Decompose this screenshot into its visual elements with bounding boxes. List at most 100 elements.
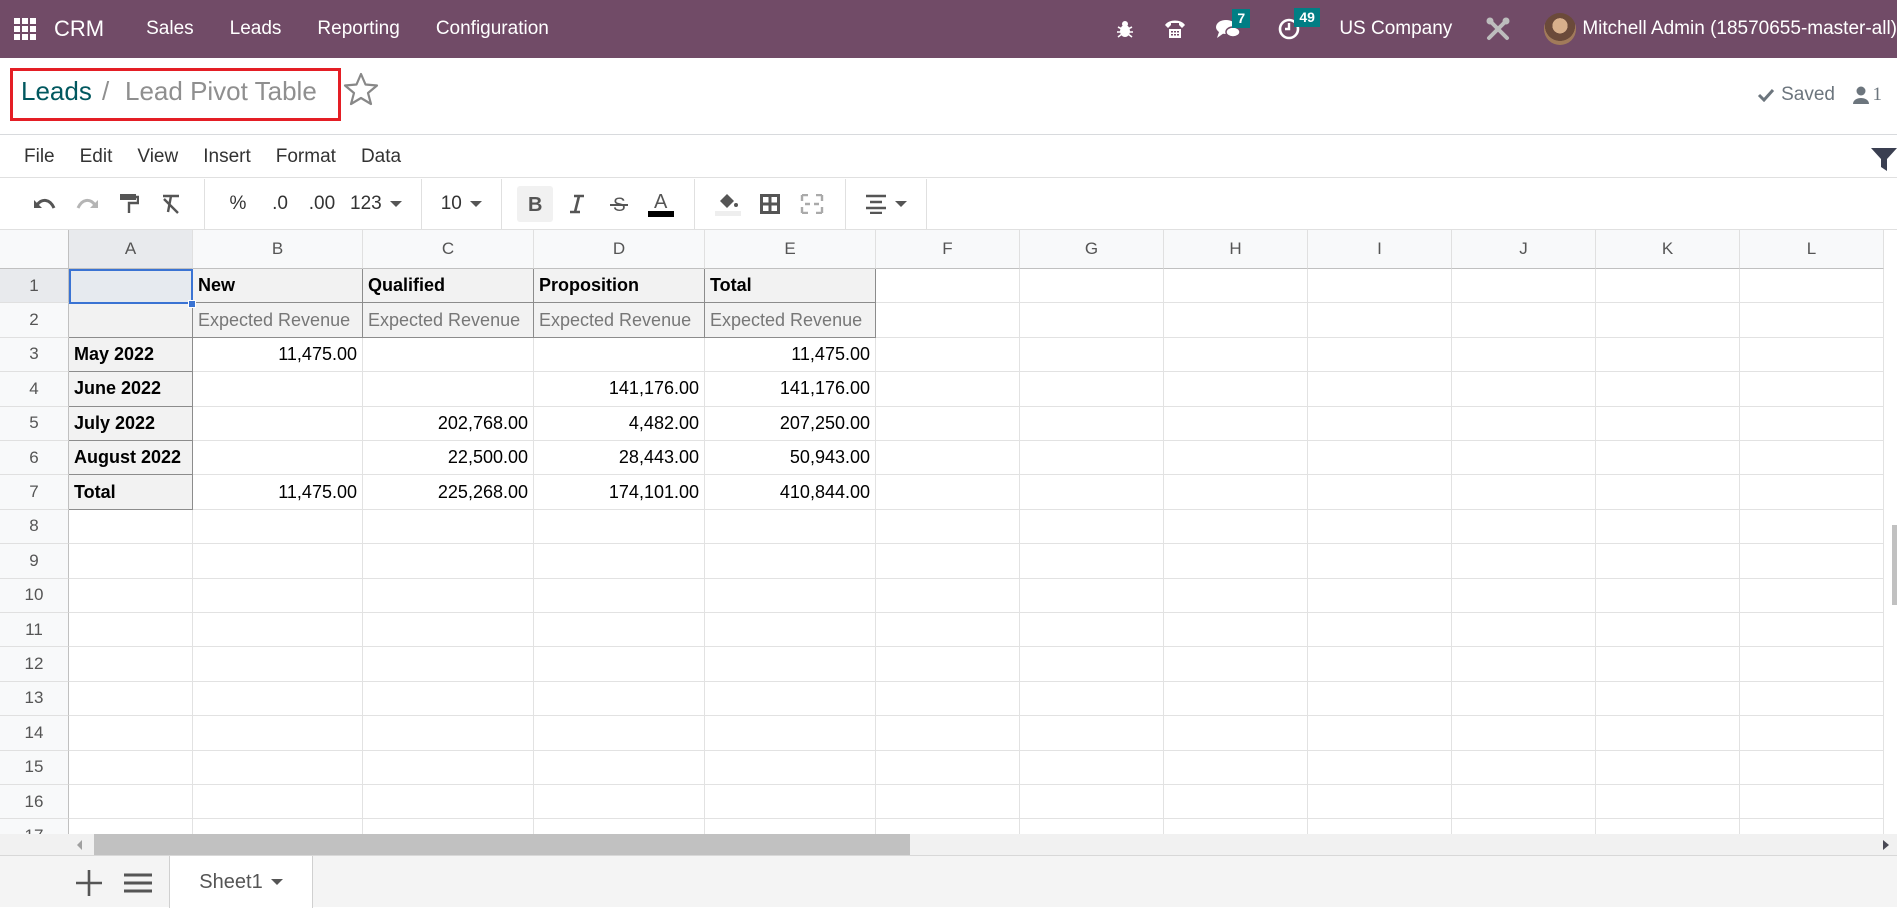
cell-a7[interactable]: Total (69, 475, 193, 510)
cell-i10[interactable] (1308, 578, 1452, 613)
cell-b10[interactable] (193, 578, 363, 613)
cell-f7[interactable] (876, 475, 1020, 510)
cell-a14[interactable] (69, 716, 193, 751)
cell-e15[interactable] (705, 750, 876, 785)
column-header-l[interactable]: L (1740, 230, 1884, 269)
cell-h8[interactable] (1164, 509, 1308, 545)
cell-i3[interactable] (1308, 337, 1452, 373)
cell-d3[interactable] (534, 337, 705, 373)
column-header-h[interactable]: H (1164, 230, 1308, 269)
cell-f2[interactable] (876, 303, 1020, 338)
cell-a11[interactable] (69, 613, 193, 648)
cell-c1[interactable]: Qualified (363, 269, 534, 304)
cell-h1[interactable] (1164, 269, 1308, 304)
tools-icon[interactable] (1484, 15, 1512, 43)
cell-l13[interactable] (1740, 681, 1884, 717)
bug-icon[interactable] (1115, 19, 1135, 39)
cell-e8[interactable] (705, 509, 876, 545)
cell-c10[interactable] (363, 578, 534, 613)
cell-b17[interactable] (193, 819, 363, 834)
cell-g3[interactable] (1020, 337, 1164, 373)
cell-g11[interactable] (1020, 613, 1164, 648)
column-header-b[interactable]: B (193, 230, 363, 269)
favorite-star-icon[interactable] (343, 72, 379, 111)
cell-d10[interactable] (534, 578, 705, 613)
chevron-down-icon[interactable] (270, 879, 283, 885)
cell-b7[interactable]: 11,475.00 (193, 475, 363, 510)
cell-e1[interactable]: Total (705, 269, 876, 304)
cell-e12[interactable] (705, 647, 876, 682)
cell-l9[interactable] (1740, 544, 1884, 579)
cell-l1[interactable] (1740, 269, 1884, 304)
cell-j11[interactable] (1452, 613, 1596, 648)
cell-f8[interactable] (876, 509, 1020, 545)
cell-c6[interactable]: 22,500.00 (363, 441, 534, 476)
cell-j14[interactable] (1452, 716, 1596, 751)
cell-a8[interactable] (69, 509, 193, 545)
horizontal-scrollbar[interactable] (69, 834, 1897, 855)
column-header-g[interactable]: G (1020, 230, 1164, 269)
cell-b8[interactable] (193, 509, 363, 545)
menu-edit[interactable]: Edit (80, 146, 113, 168)
cell-h7[interactable] (1164, 475, 1308, 510)
cell-k16[interactable] (1596, 785, 1740, 820)
row-header-17[interactable]: 17 (0, 819, 69, 834)
cell-k5[interactable] (1596, 406, 1740, 441)
cell-l10[interactable] (1740, 578, 1884, 613)
cell-c9[interactable] (363, 544, 534, 579)
cell-d2[interactable]: Expected Revenue (534, 303, 705, 338)
cell-i16[interactable] (1308, 785, 1452, 820)
cell-k8[interactable] (1596, 509, 1740, 545)
cell-i1[interactable] (1308, 269, 1452, 304)
cell-f17[interactable] (876, 819, 1020, 834)
cell-c14[interactable] (363, 716, 534, 751)
format-percent-button[interactable]: % (220, 186, 256, 222)
cell-g7[interactable] (1020, 475, 1164, 510)
cell-k14[interactable] (1596, 716, 1740, 751)
cell-g14[interactable] (1020, 716, 1164, 751)
cell-f5[interactable] (876, 406, 1020, 441)
cell-h6[interactable] (1164, 441, 1308, 476)
cell-e5[interactable]: 207,250.00 (705, 406, 876, 441)
menu-file[interactable]: File (24, 146, 55, 168)
decrease-decimal-button[interactable]: .0 (262, 186, 298, 222)
cell-b6[interactable] (193, 441, 363, 476)
chat-icon[interactable]: 7 (1215, 9, 1251, 40)
cell-g1[interactable] (1020, 269, 1164, 304)
list-sheets-button[interactable] (124, 872, 152, 899)
align-dropdown[interactable] (861, 186, 911, 222)
cell-l11[interactable] (1740, 613, 1884, 648)
row-header-16[interactable]: 16 (0, 785, 69, 820)
row-header-2[interactable]: 2 (0, 303, 69, 338)
add-sheet-button[interactable] (75, 869, 103, 902)
column-header-d[interactable]: D (534, 230, 705, 269)
row-header-3[interactable]: 3 (0, 337, 69, 373)
row-header-10[interactable]: 10 (0, 578, 69, 613)
cell-h4[interactable] (1164, 372, 1308, 407)
column-header-i[interactable]: I (1308, 230, 1452, 269)
cell-l5[interactable] (1740, 406, 1884, 441)
cell-f10[interactable] (876, 578, 1020, 613)
app-name[interactable]: CRM (54, 16, 104, 42)
cell-b5[interactable] (193, 406, 363, 441)
row-header-11[interactable]: 11 (0, 613, 69, 648)
cell-e2[interactable]: Expected Revenue (705, 303, 876, 338)
cell-j16[interactable] (1452, 785, 1596, 820)
vertical-scrollbar-thumb[interactable] (1892, 525, 1897, 605)
nav-menu-configuration[interactable]: Configuration (436, 18, 549, 40)
cell-l16[interactable] (1740, 785, 1884, 820)
cell-g13[interactable] (1020, 681, 1164, 717)
spreadsheet-grid[interactable]: A B C D E F G H I J K L 1 New Qualified Proposition Tota… (0, 230, 1897, 834)
cell-i7[interactable] (1308, 475, 1452, 510)
cell-f15[interactable] (876, 750, 1020, 785)
cell-c2[interactable]: Expected Revenue (363, 303, 534, 338)
scrollbar-thumb[interactable] (94, 834, 910, 855)
increase-decimal-button[interactable]: .00 (304, 186, 340, 222)
cell-c13[interactable] (363, 681, 534, 717)
cell-e11[interactable] (705, 613, 876, 648)
cell-j12[interactable] (1452, 647, 1596, 682)
cell-l7[interactable] (1740, 475, 1884, 510)
row-header-9[interactable]: 9 (0, 544, 69, 579)
sheet-tab[interactable]: Sheet1 (169, 856, 313, 908)
cell-l14[interactable] (1740, 716, 1884, 751)
